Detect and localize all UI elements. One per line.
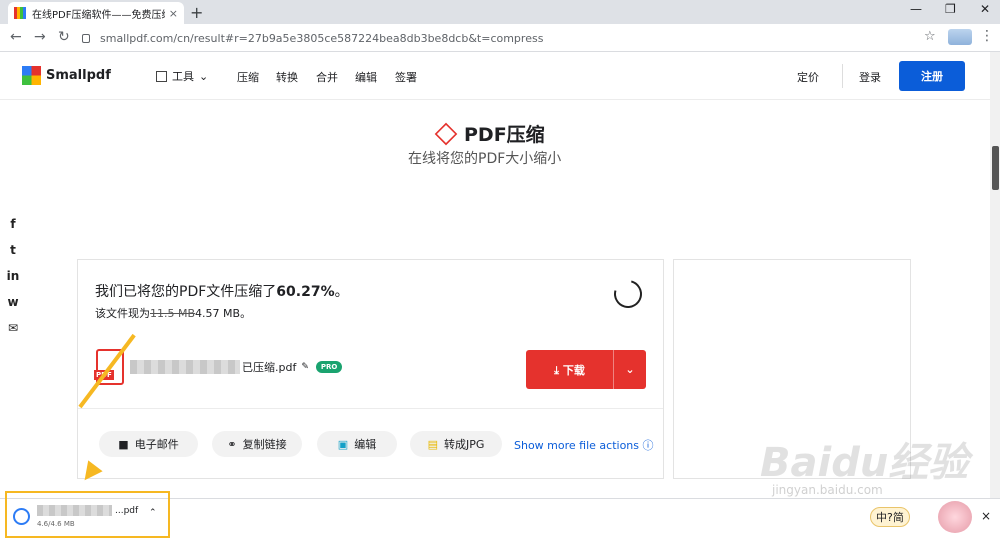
file-info: PDF 已压缩.pdf ✎ PRO: [94, 349, 343, 385]
nav-merge[interactable]: 合并: [316, 69, 338, 85]
scrollbar[interactable]: [990, 52, 1000, 498]
site-header: Smallpdf 工具 ⌄ 压缩 转换 合并 编辑 签署 定价 登录 注册: [0, 52, 990, 100]
show-more-actions-link[interactable]: Show more file actions ⓘ: [514, 437, 654, 453]
show-more-label: Show more file actions: [514, 439, 640, 452]
smallpdf-logo[interactable]: Smallpdf: [22, 66, 111, 85]
download-file-suffix: ...pdf: [115, 505, 139, 516]
twitter-icon[interactable]: t: [0, 237, 26, 263]
pencil-icon[interactable]: ✎: [301, 362, 309, 372]
download-button[interactable]: ⤓ 下载 ⌄: [526, 350, 646, 389]
reload-icon[interactable]: ↻: [58, 29, 70, 45]
email-button[interactable]: ■ 电子邮件: [99, 431, 198, 457]
page-title-text: PDF压缩: [464, 124, 545, 146]
copy-link-label: 复制链接: [242, 438, 287, 451]
old-size: 11.5 MB: [150, 307, 196, 320]
new-size: 4.57 MB: [195, 307, 241, 320]
copy-link-button[interactable]: ⚭ 复制链接: [212, 431, 302, 457]
profile-avatar[interactable]: [948, 29, 972, 45]
tab-title: 在线PDF压缩软件——免费压缩: [32, 9, 165, 21]
download-text: 下载: [562, 363, 585, 377]
result-message: 我们已将您的PDF文件压缩了60.27%。: [95, 281, 349, 301]
pro-badge: PRO: [315, 361, 343, 373]
linkedin-icon[interactable]: in: [0, 263, 26, 289]
browser-tab[interactable]: 在线PDF压缩软件——免费压缩 ×: [8, 2, 184, 24]
page-subtitle: 在线将您的PDF大小缩小: [408, 151, 562, 167]
logo-text: Smallpdf: [46, 68, 111, 83]
nav-compress[interactable]: 压缩: [237, 69, 259, 85]
logo-mark-icon: [22, 66, 41, 85]
ime-indicator[interactable]: 中?简: [870, 507, 910, 527]
header-divider: [842, 64, 843, 88]
edit-button[interactable]: ▣ 编辑: [317, 431, 397, 457]
edit-label: 编辑: [354, 438, 377, 451]
chevron-up-icon[interactable]: ⌃: [149, 508, 157, 518]
email-icon: ■: [118, 437, 129, 451]
window-close-icon[interactable]: ✕: [980, 2, 990, 16]
grid-icon: [156, 70, 167, 82]
email-share-icon[interactable]: ✉: [0, 315, 26, 341]
compression-percent: 60.27%: [276, 284, 335, 300]
result-period: 。: [334, 284, 349, 300]
browser-menu-icon[interactable]: ⋮: [980, 28, 994, 44]
pdf-download-icon: [13, 508, 30, 525]
scrollbar-thumb[interactable]: [992, 146, 999, 190]
whatsapp-icon[interactable]: w: [0, 289, 26, 315]
download-shelf: ...pdf 4.6/4.6 MB ⌃ 中?简 ×: [0, 491, 1000, 539]
address-bar: ← → ↻ smallpdf.com/cn/result#r=27b9a5e38…: [0, 24, 1000, 52]
forward-icon[interactable]: →: [34, 29, 46, 45]
size-suffix: 。: [240, 307, 252, 320]
facebook-icon[interactable]: f: [0, 211, 26, 237]
watermark: Baidu经验: [760, 440, 969, 486]
to-jpg-button[interactable]: ▤ 转成JPG: [410, 431, 502, 457]
pricing-link[interactable]: 定价: [797, 69, 819, 85]
watermark-url: jingyan.baidu.com: [772, 483, 883, 497]
result-message-text: 我们已将您的PDF文件压缩了: [95, 284, 277, 300]
lock-icon: [82, 33, 90, 43]
nav-convert[interactable]: 转换: [276, 69, 298, 85]
social-share-bar: f t in w ✉: [0, 211, 26, 341]
file-name: 已压缩.pdf: [242, 361, 297, 374]
download-options-chevron-icon[interactable]: ⌄: [614, 363, 646, 376]
nav-edit[interactable]: 编辑: [355, 69, 377, 85]
download-label: ⤓ 下载: [554, 363, 585, 377]
blurred-download-name: [37, 505, 112, 516]
back-icon[interactable]: ←: [10, 29, 22, 45]
blurred-filename: [130, 360, 240, 374]
restart-icon[interactable]: [608, 274, 648, 314]
download-filename: ...pdf: [37, 505, 138, 516]
minimize-icon[interactable]: —: [910, 2, 922, 16]
email-label: 电子邮件: [134, 438, 179, 451]
download-size: 4.6/4.6 MB: [37, 520, 75, 528]
download-item[interactable]: ...pdf 4.6/4.6 MB ⌃: [5, 491, 170, 538]
maximize-icon[interactable]: ❐: [945, 2, 956, 16]
bookmark-star-icon[interactable]: ☆: [924, 29, 936, 44]
to-jpg-label: 转成JPG: [444, 438, 485, 451]
signup-button[interactable]: 注册: [899, 61, 965, 91]
ime-avatar-icon: [938, 501, 972, 533]
nav-sign[interactable]: 签署: [395, 69, 417, 85]
new-tab-icon[interactable]: +: [190, 3, 203, 22]
url-text: smallpdf.com/cn/result#r=27b9a5e3805ce58…: [100, 31, 544, 45]
tab-close-icon[interactable]: ×: [169, 7, 178, 20]
tools-label: 工具: [172, 70, 194, 83]
chevron-down-icon: ⌄: [199, 69, 209, 83]
url-field[interactable]: smallpdf.com/cn/result#r=27b9a5e3805ce58…: [82, 28, 944, 48]
tools-menu[interactable]: 工具 ⌄: [156, 68, 208, 84]
card-divider: [78, 408, 663, 409]
login-link[interactable]: 登录: [859, 69, 881, 85]
jpg-icon: ▤: [427, 437, 438, 451]
link-icon: ⚭: [227, 437, 237, 451]
page-title: PDF压缩: [434, 120, 545, 147]
size-prefix: 该文件现为: [95, 307, 150, 320]
result-card: 我们已将您的PDF文件压缩了60.27%。 该文件现为11.5 MB4.57 M…: [77, 259, 664, 479]
download-shelf-close-icon[interactable]: ×: [981, 509, 991, 523]
file-size-line: 该文件现为11.5 MB4.57 MB。: [95, 305, 251, 321]
tab-strip: 在线PDF压缩软件——免费压缩 × + — ❐ ✕: [0, 0, 1000, 24]
smallpdf-favicon-icon: [14, 7, 26, 19]
compress-icon: [434, 122, 458, 145]
edit-icon: ▣: [337, 437, 349, 451]
